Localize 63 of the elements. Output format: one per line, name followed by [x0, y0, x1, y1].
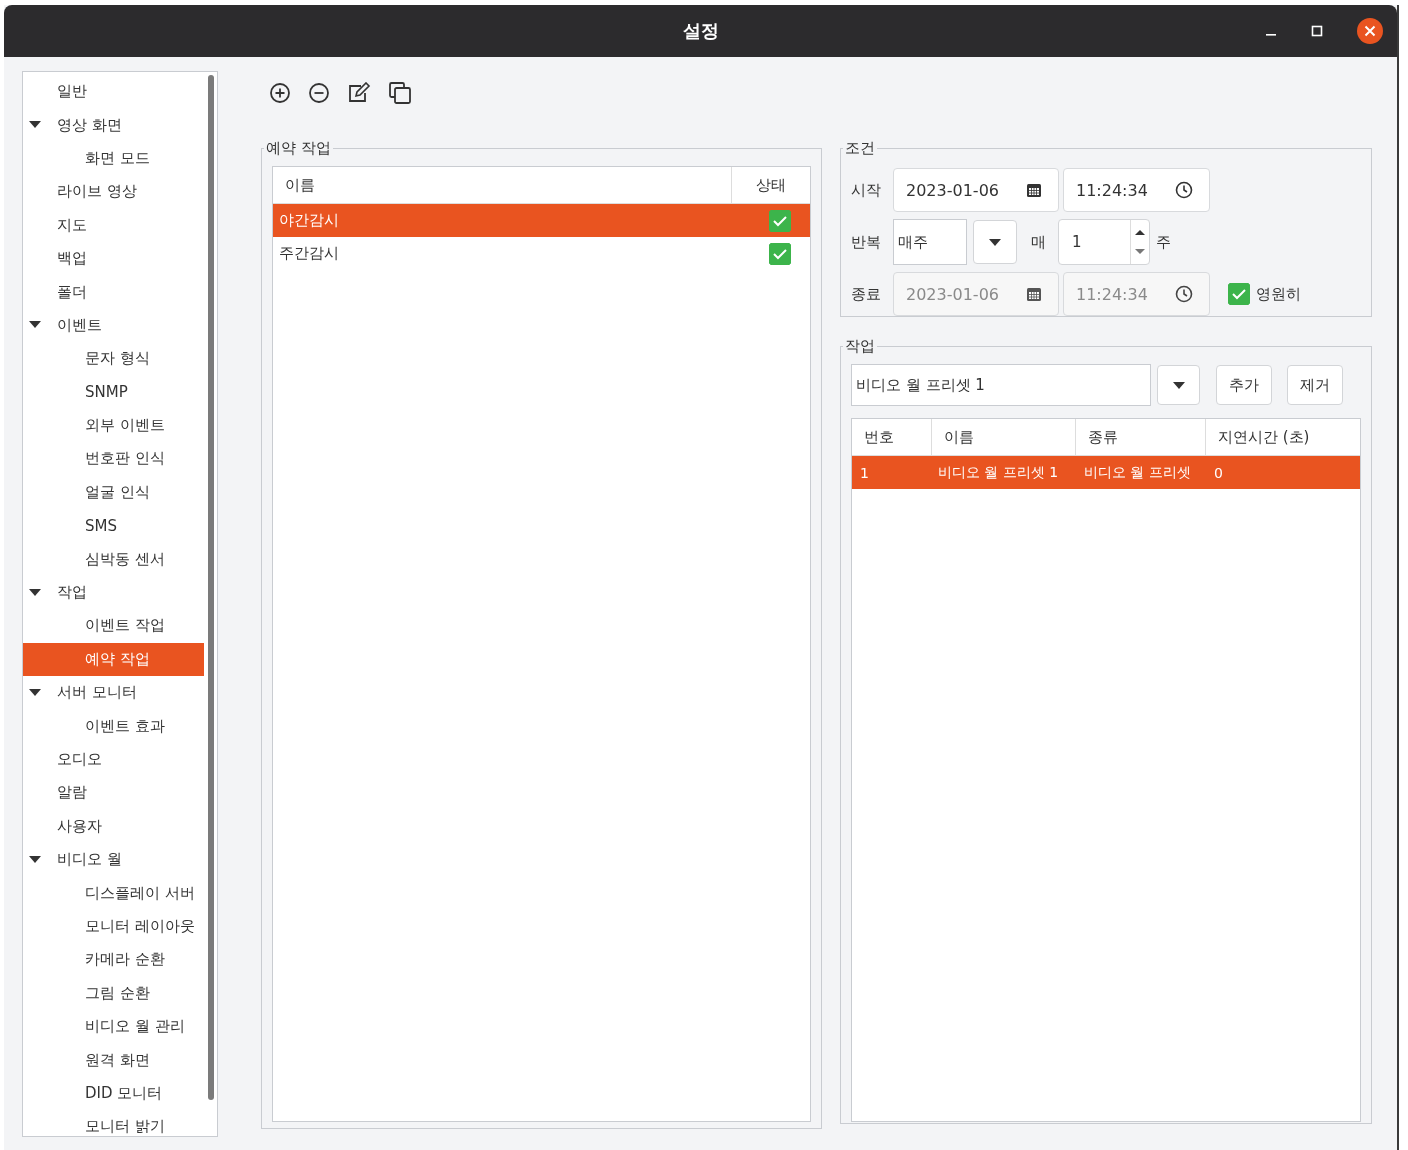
table-row[interactable]: 1 비디오 월 프리셋 1 비디오 월 프리셋 0 [852, 456, 1360, 489]
interval-spinbox[interactable]: 1 [1058, 219, 1150, 265]
tree-item[interactable]: 이벤트 작업 [85, 616, 165, 636]
tree-item[interactable]: 심박동 센서 [85, 549, 165, 569]
date-field[interactable]: 2023-01-06 [893, 168, 1059, 212]
tree-item[interactable]: 외부 이벤트 [85, 416, 165, 436]
tree-item[interactable]: 사용자 [57, 816, 102, 836]
group-title: 작업 [844, 337, 876, 356]
repeat-dropdown[interactable]: 매주 [893, 219, 967, 265]
action-button[interactable]: 제거 [1287, 365, 1343, 405]
tree-item[interactable]: 폴더 [57, 282, 87, 302]
tree-item[interactable]: 백업 [57, 249, 87, 269]
field-label: 반복 [851, 232, 881, 252]
group-title: 예약 작업 [265, 139, 332, 158]
tree-item[interactable]: 알람 [57, 783, 87, 803]
unit-label: 주 [1156, 232, 1171, 252]
tree-item[interactable]: 번호판 인식 [85, 449, 165, 469]
tree-item[interactable]: 서버 모니터 [57, 683, 137, 703]
table-cell-text: 주간감시 [279, 244, 340, 263]
table-cell-text: 0 [1213, 464, 1224, 481]
time-field[interactable]: 11:24:34 [1063, 168, 1210, 212]
table-row[interactable]: 주간감시 [273, 237, 810, 270]
tree-item[interactable]: DID 모니터 [85, 1083, 163, 1103]
column-header[interactable]: 종류 [1076, 419, 1206, 455]
checkbox-label[interactable]: 영원히 [1256, 284, 1301, 304]
tree-item[interactable]: 모니터 밝기 [85, 1117, 165, 1137]
tree-item[interactable]: 얼굴 인식 [85, 482, 150, 502]
preset-dropdown[interactable]: 비디오 월 프리셋 1 [851, 364, 1151, 406]
tree-item[interactable]: 이벤트 효과 [85, 716, 165, 736]
column-header[interactable]: 번호 [852, 419, 932, 455]
column-header[interactable]: 지연시간 (초) [1206, 419, 1360, 455]
tree-item[interactable]: 지도 [57, 215, 87, 235]
field-label: 종료 [851, 284, 881, 304]
table-cell-text: 비디오 월 프리셋 1 [937, 463, 1060, 482]
tree-item[interactable]: 원격 화면 [85, 1050, 150, 1070]
tree-item[interactable]: 그림 순환 [85, 983, 150, 1003]
field-label: 시작 [851, 180, 881, 200]
table-row[interactable]: 야간감시 [273, 204, 810, 237]
tree-item[interactable]: 일반 [57, 82, 87, 102]
tree-item[interactable]: 모니터 레이아웃 [85, 916, 195, 936]
tree-item[interactable]: 비디오 월 [57, 850, 122, 870]
tree-item[interactable]: 디스플레이 서버 [85, 883, 195, 903]
tree-item[interactable]: 라이브 영상 [57, 182, 137, 202]
tree-item[interactable]: 오디오 [57, 750, 102, 769]
tree-item[interactable]: 이벤트 [57, 315, 102, 335]
table-cell-text: 야간감시 [279, 211, 340, 230]
tree-item[interactable]: 화면 모드 [85, 148, 150, 168]
column-header[interactable]: 이름 [273, 167, 732, 203]
tree-item[interactable]: 작업 [57, 583, 87, 603]
tree-item[interactable]: 카메라 순환 [85, 950, 165, 970]
tree-item[interactable]: 영상 화면 [57, 115, 122, 135]
field-label: 매 [1031, 232, 1046, 252]
tree-item[interactable]: 문자 형식 [85, 349, 150, 369]
tree-item[interactable]: 비디오 월 관리 [85, 1017, 185, 1037]
window-title: 설정 [682, 19, 719, 43]
column-header[interactable]: 이름 [932, 419, 1076, 455]
group-title: 조건 [844, 139, 876, 158]
tree-item[interactable]: SNMP [85, 383, 128, 402]
table-cell-text: 1 [859, 464, 870, 481]
action-button[interactable]: 추가 [1216, 365, 1272, 405]
tree-item[interactable]: SMS [85, 516, 117, 535]
table-cell-text: 비디오 월 프리셋 [1083, 463, 1192, 482]
column-header[interactable]: 상태 [732, 175, 810, 195]
